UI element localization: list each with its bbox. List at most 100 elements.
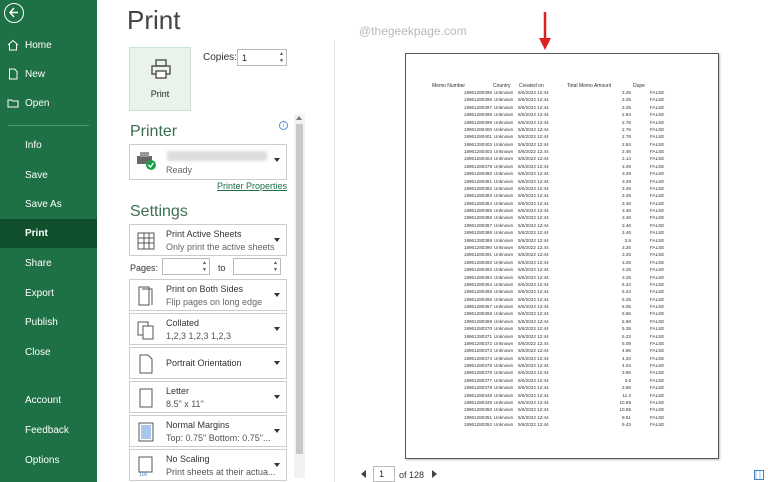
sidebar-item-home[interactable]: Home	[0, 31, 97, 60]
dupe-cell: FALSE	[650, 185, 665, 191]
spin-down-icon[interactable]: ▼	[279, 58, 284, 64]
dropdown-subtitle: Flip pages on long edge	[166, 297, 263, 307]
copies-stepper[interactable]: 1 ▲ ▼	[237, 49, 287, 66]
sidebar-item-close[interactable]: Close	[0, 338, 97, 367]
dupe-cell: FALSE	[650, 281, 665, 287]
memo-number-cell: 18961280370	[463, 326, 492, 332]
dupe-cell: FALSE	[650, 97, 665, 103]
settings-scrollbar[interactable]	[294, 114, 305, 478]
table-row: 18961280352 Unknown 5/6/2022 12:44 9.43 FALS…	[406, 422, 720, 429]
dupe-cell: FALSE	[650, 333, 665, 339]
dupe-cell: FALSE	[650, 156, 665, 162]
sidebar-item-export[interactable]: Export	[0, 279, 97, 308]
next-page-icon[interactable]	[432, 470, 437, 478]
duplex-select[interactable]: Print on Both Sides Flip pages on long e…	[129, 279, 287, 311]
memo-number-cell: 18961280385	[463, 208, 492, 214]
table-row: 18961280393 Unknown 5/6/2022 12:44 3.25 FALS…	[406, 267, 720, 274]
amount-cell: 3.5	[624, 237, 631, 243]
dupe-cell: FALSE	[650, 385, 665, 391]
column-header: Country	[493, 83, 511, 89]
amount-cell: 3.25	[622, 97, 631, 103]
table-row: 18961280349 Unknown 5/6/2022 12:44 10.85 FAL…	[406, 400, 720, 407]
print-what-select[interactable]: Print Active Sheets Only print the activ…	[129, 224, 287, 256]
table-row: 18961280381 Unknown 5/6/2022 12:44 3.49 FALS…	[406, 179, 720, 186]
page-number-input[interactable]: 1	[373, 466, 395, 482]
created-on-cell: 5/6/2022 12:44	[518, 414, 549, 420]
print-button[interactable]: Print	[129, 47, 191, 111]
watermark-text: @thegeekpage.com	[359, 24, 467, 38]
printer-properties-link[interactable]: Printer Properties	[217, 181, 287, 191]
pages-from-input[interactable]: ▲ ▼	[162, 258, 210, 275]
paper-size-select[interactable]: Letter 8.5" x 11"	[129, 381, 287, 413]
sidebar-item-options[interactable]: Options	[0, 446, 97, 475]
sidebar-item-account[interactable]: Account	[0, 386, 97, 415]
table-row: 18961280378 Unknown 5/6/2022 12:44 3.59 FALS…	[406, 385, 720, 392]
dropdown-subtitle: Only print the active sheets	[166, 242, 275, 252]
dupe-cell: FALSE	[650, 222, 665, 228]
back-arrow-icon[interactable]	[4, 3, 24, 23]
table-row: 18961280387 Unknown 5/6/2022 12:44 3.46 FALS…	[406, 223, 720, 230]
home-icon	[7, 39, 19, 51]
orientation-select[interactable]: Portrait Orientation	[129, 347, 287, 379]
created-on-cell: 5/6/2022 12:44	[518, 392, 549, 398]
dropdown-subtitle: 8.5" x 11"	[166, 399, 204, 409]
printer-status: Ready	[166, 165, 193, 175]
printer-select[interactable]: Ready	[129, 144, 287, 180]
sidebar-item-label: Close	[25, 347, 51, 358]
collate-select[interactable]: Collated 1,2,3 1,2,3 1,2,3	[129, 313, 287, 345]
memo-number-cell: 18961280377	[463, 377, 492, 383]
created-on-cell: 5/6/2022 12:44	[518, 267, 549, 273]
spin-up-icon[interactable]: ▲	[279, 51, 284, 57]
scrollbar-thumb[interactable]	[296, 124, 303, 454]
memo-number-cell: 18961280403	[463, 149, 492, 155]
country-cell: Unknown	[494, 163, 514, 169]
sidebar-item-save[interactable]: Save	[0, 161, 97, 190]
table-row: 18961280401 Unknown 5/6/2022 12:44 2.76 FALS…	[406, 134, 720, 141]
sidebar-item-new[interactable]: New	[0, 60, 97, 89]
country-cell: Unknown	[494, 333, 514, 339]
country-cell: Unknown	[494, 377, 514, 383]
sidebar-item-share[interactable]: Share	[0, 249, 97, 278]
memo-number-cell: 18961280389	[463, 237, 492, 243]
country-cell: Unknown	[494, 178, 514, 184]
amount-cell: 2.76	[622, 134, 631, 140]
dupe-cell: FALSE	[650, 126, 665, 132]
sidebar-item-publish[interactable]: Publish	[0, 308, 97, 337]
table-row: 18961280404 Unknown 5/6/2022 12:44 2.14 FALS…	[406, 156, 720, 163]
dupe-cell: FALSE	[650, 399, 665, 405]
amount-cell: 3.25	[622, 90, 631, 95]
sidebar-item-open[interactable]: Open	[0, 89, 97, 118]
scaling-select[interactable]: 100 No Scaling Print sheets at their act…	[129, 449, 287, 481]
memo-number-cell: 18961280378	[463, 385, 492, 391]
sidebar-item-feedback[interactable]: Feedback	[0, 416, 97, 445]
country-cell: Unknown	[494, 90, 514, 95]
margins-select[interactable]: Normal Margins Top: 0.75" Bottom: 0.75".…	[129, 415, 287, 447]
info-icon[interactable]: i	[279, 121, 288, 130]
show-margins-icon[interactable]	[754, 470, 764, 480]
country-cell: Unknown	[494, 252, 514, 258]
scroll-up-icon[interactable]	[296, 116, 302, 120]
amount-cell: 10.85	[619, 407, 632, 413]
sidebar-item-print[interactable]: Print	[0, 219, 97, 248]
sidebar-item-info[interactable]: Info	[0, 131, 97, 160]
created-on-cell: 5/6/2022 12:44	[518, 385, 549, 391]
created-on-cell: 5/6/2022 12:44	[518, 244, 549, 250]
country-cell: Unknown	[494, 370, 514, 376]
dupe-cell: FALSE	[650, 104, 665, 110]
previous-page-icon[interactable]	[361, 470, 366, 478]
sidebar-item-save-as[interactable]: Save As	[0, 190, 97, 219]
table-row: 18961280371 Unknown 5/6/2022 12:44 5.23 FALS…	[406, 334, 720, 341]
table-row: 18961280392 Unknown 5/6/2022 12:44 3.25 FALS…	[406, 260, 720, 267]
pages-to-input[interactable]: ▲ ▼	[233, 258, 281, 275]
settings-heading: Settings	[130, 203, 188, 220]
created-on-cell: 5/6/2022 12:44	[518, 222, 549, 228]
amount-cell: 5.58	[622, 318, 631, 324]
chevron-down-icon	[274, 238, 280, 242]
country-cell: Unknown	[494, 200, 514, 206]
created-on-cell: 5/6/2022 12:44	[518, 399, 549, 405]
portrait-icon	[139, 354, 153, 374]
memo-number-cell: 18961280369	[463, 318, 492, 324]
dupe-cell: FALSE	[650, 296, 665, 302]
amount-cell: 6.25	[622, 296, 631, 302]
memo-number-cell: 18961280367	[463, 304, 492, 310]
